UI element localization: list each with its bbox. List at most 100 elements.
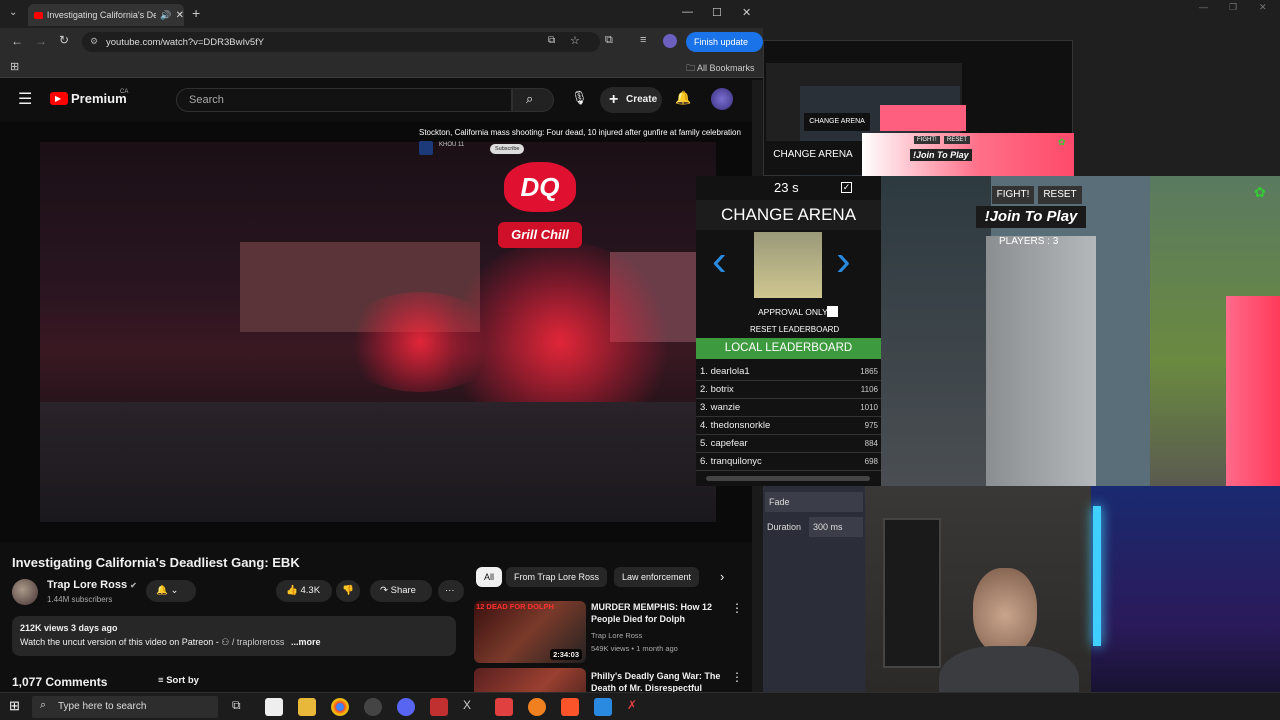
task-view-icon[interactable]: ⧉ <box>232 698 250 716</box>
right-restore-icon[interactable]: ❐ <box>1229 2 1237 13</box>
dislike-button[interactable]: 👎 <box>336 580 360 602</box>
rec-title-2[interactable]: Philly's Deadly Gang War: The Death of M… <box>591 670 721 692</box>
create-button[interactable]: + Create <box>600 87 662 113</box>
apps-grid-icon[interactable]: ⊞ <box>10 60 19 73</box>
media-control-icon[interactable]: ≡ <box>640 34 646 46</box>
fight-button[interactable]: FIGHT! <box>992 186 1034 204</box>
tab-active[interactable]: Investigating California's De 🔊 ✕ <box>28 4 184 26</box>
chrome-icon[interactable] <box>331 698 349 716</box>
maximize-icon[interactable]: ☐ <box>712 6 722 19</box>
extensions-icon[interactable]: ⧉ <box>605 34 613 47</box>
video-title: Investigating California's Deadliest Gan… <box>12 555 300 570</box>
like-count: 4.3K <box>300 585 321 596</box>
url-field[interactable]: ⚙ youtube.com/watch?v=DDR3BwIv5fY ⧉ ☆ <box>82 32 600 52</box>
video-overlay-subscribe[interactable]: Subscribe <box>490 144 525 154</box>
mini-join-small <box>880 105 966 131</box>
arena-next-icon[interactable]: › <box>836 236 851 286</box>
road <box>40 402 716 522</box>
rec-thumbnail-1[interactable]: 12 DEAD FOR DOLPH 2:34:03 <box>474 601 586 663</box>
timer-checkbox[interactable]: ✓ <box>841 182 852 193</box>
right-close-icon[interactable]: ✕ <box>1259 2 1267 13</box>
windows-start-icon[interactable]: ⊞ <box>9 698 20 714</box>
notification-bell-button[interactable]: 🔔 ⌄ <box>146 580 196 602</box>
all-bookmarks[interactable]: 🗀 All Bookmarks <box>686 61 755 77</box>
chips-next-icon[interactable]: › <box>720 569 724 584</box>
new-tab-icon[interactable]: + <box>192 5 200 21</box>
right-minimize-icon[interactable]: — <box>1199 2 1208 12</box>
bookmark-star-icon[interactable]: ☆ <box>570 34 580 47</box>
siren-glow-2 <box>340 292 500 392</box>
more-actions-button[interactable]: ··· <box>438 580 464 602</box>
rec-title-1[interactable]: MURDER MEMPHIS: How 12 People Died for D… <box>591 601 721 625</box>
brave-icon[interactable] <box>561 698 579 716</box>
blender-icon[interactable] <box>528 698 546 716</box>
lb-name: wanzie <box>710 402 741 413</box>
forward-icon[interactable]: → <box>35 34 47 48</box>
chip-law-enforcement[interactable]: Law enforcement <box>614 567 700 587</box>
lb-rank: 4. <box>700 420 708 431</box>
sort-by-button[interactable]: ≡ Sort by <box>158 675 199 686</box>
address-bar-row: ← → ↻ ⚙ youtube.com/watch?v=DDR3BwIv5fY … <box>0 28 763 67</box>
back-icon[interactable]: ← <box>11 34 23 48</box>
app-icon-2[interactable] <box>495 698 513 716</box>
leaderboard-scrollbar[interactable] <box>706 476 870 481</box>
notifications-bell-icon[interactable]: 🔔 <box>675 90 691 106</box>
views-date: 212K views 3 days ago <box>20 623 118 633</box>
profile-avatar[interactable] <box>663 34 677 48</box>
mini-join: !Join To Play <box>910 149 972 161</box>
rec-thumbnail-2[interactable] <box>474 668 586 692</box>
install-icon[interactable]: ⧉ <box>548 35 555 46</box>
tab-close-icon[interactable]: ✕ <box>176 10 184 21</box>
vscode-icon[interactable] <box>594 698 612 716</box>
file-explorer-icon[interactable] <box>298 698 316 716</box>
reload-icon[interactable]: ↻ <box>59 33 69 47</box>
fade-select[interactable]: Fade <box>765 492 863 512</box>
taskbar-search-icon: ⌕ <box>40 699 47 711</box>
youtube-logo-text[interactable]: Premium <box>71 91 127 106</box>
rec-menu-icon-1[interactable]: ⋮ <box>731 601 743 615</box>
tab-search-icon[interactable]: ⌄ <box>9 7 17 18</box>
leaderboard-row: 5. capefear 884 <box>696 435 881 453</box>
game-pink-wall <box>1226 296 1280 486</box>
menu-icon[interactable]: ☰ <box>18 89 32 109</box>
duration-input[interactable]: 300 ms <box>809 517 863 537</box>
app-icon-x[interactable]: X <box>463 698 481 716</box>
app-icon-3[interactable]: ✗ <box>627 698 645 716</box>
like-button[interactable]: 👍 4.3K <box>276 580 332 602</box>
rec-menu-icon-2[interactable]: ⋮ <box>731 670 743 684</box>
patreon-link[interactable]: ⚇ / traploreross <box>221 637 284 647</box>
webcam-door <box>883 518 941 668</box>
close-window-icon[interactable]: ✕ <box>742 6 751 19</box>
more-link[interactable]: ...more <box>291 637 321 647</box>
arena-prev-icon[interactable]: ‹ <box>712 236 727 286</box>
discord-icon[interactable] <box>397 698 415 716</box>
approval-only-checkbox[interactable] <box>827 306 838 317</box>
video-player[interactable]: DQ Grill Chill Stockton, California mass… <box>0 122 752 542</box>
rec-channel-1[interactable]: Trap Lore Ross <box>591 631 642 640</box>
search-input[interactable]: Search <box>176 88 512 112</box>
finish-update-button[interactable]: Finish update ⋮ <box>686 32 763 67</box>
taskbar-search[interactable]: ⌕ Type here to search <box>32 696 218 718</box>
chip-all[interactable]: All <box>476 567 503 587</box>
channel-avatar[interactable] <box>12 579 38 605</box>
audio-icon[interactable]: 🔊 <box>160 10 171 21</box>
app-icon-1[interactable] <box>265 698 283 716</box>
video-overlay-title[interactable]: Stockton, California mass shooting: Four… <box>419 128 741 137</box>
url-text: youtube.com/watch?v=DDR3BwIv5fY <box>106 37 265 48</box>
channel-name[interactable]: Trap Lore Ross ✔ <box>47 579 137 591</box>
lb-rank: 5. <box>700 438 708 449</box>
search-button[interactable]: ⌕ <box>512 88 554 112</box>
microphone-icon[interactable]: 🎙 <box>571 90 588 106</box>
share-button[interactable]: ↷ Share <box>370 580 432 602</box>
arena-panel: 23 s ✓ CHANGE ARENA ‹ › APPROVAL ONLY RE… <box>696 176 881 486</box>
chip-from-channel[interactable]: From Trap Lore Ross <box>506 567 608 587</box>
obs-icon[interactable] <box>364 698 382 716</box>
description-box[interactable]: 212K views 3 days ago Watch the uncut ve… <box>12 616 456 656</box>
reset-leaderboard-button[interactable]: RESET LEADERBOARD <box>750 325 839 334</box>
reset-button[interactable]: RESET <box>1038 186 1082 204</box>
app-icon-red[interactable] <box>430 698 448 716</box>
site-info-icon[interactable]: ⚙ <box>90 36 98 47</box>
user-avatar[interactable] <box>711 88 733 110</box>
gear-icon[interactable]: ✿ <box>1254 184 1266 201</box>
minimize-icon[interactable]: — <box>682 6 693 18</box>
